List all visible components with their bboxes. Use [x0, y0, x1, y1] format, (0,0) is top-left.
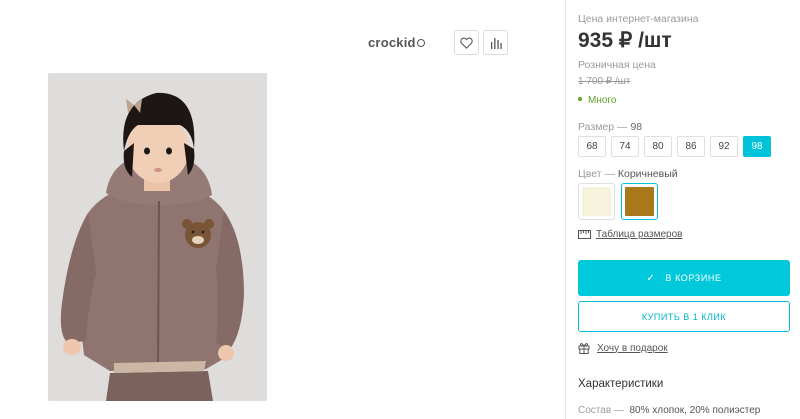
- compare-button[interactable]: [483, 30, 508, 55]
- composition-row: Состав — 80% хлопок, 20% полиэстер: [578, 405, 761, 416]
- size-selector: 68 74 80 86 92 98: [578, 136, 776, 157]
- retail-price: 1 700 ₽ /шт: [578, 76, 631, 87]
- size-label: Размер — 98: [578, 121, 643, 133]
- online-price-label: Цена интернет-магазина: [578, 13, 699, 25]
- product-photo[interactable]: [48, 73, 267, 401]
- selected-color: Коричневый: [617, 168, 678, 180]
- color-swatch-brown[interactable]: [621, 183, 658, 220]
- color-swatch-cream[interactable]: [578, 183, 615, 220]
- size-option-68[interactable]: 68: [578, 136, 606, 157]
- in-cart-button[interactable]: ✓ В КОРЗИНЕ: [578, 260, 790, 296]
- stock-dot-icon: [578, 97, 582, 101]
- pane-divider: [565, 0, 566, 419]
- composition-value: 80% хлопок, 20% полиэстер: [629, 405, 761, 416]
- size-option-98[interactable]: 98: [743, 136, 771, 157]
- size-table-link[interactable]: Таблица размеров: [578, 229, 682, 240]
- retail-price-label: Розничная цена: [578, 59, 656, 71]
- brand-logo[interactable]: crockid: [368, 35, 425, 50]
- size-option-80[interactable]: 80: [644, 136, 672, 157]
- characteristics-heading: Характеристики: [578, 378, 664, 390]
- brand-logo-mark: [416, 39, 425, 47]
- check-icon: ✓: [646, 272, 656, 284]
- product-gallery: crockid: [0, 0, 565, 419]
- selected-size: 98: [630, 121, 643, 133]
- product-info-panel: Цена интернет-магазина 935 ₽ /шт Розничн…: [578, 0, 800, 419]
- size-option-86[interactable]: 86: [677, 136, 705, 157]
- favorite-button[interactable]: [454, 30, 479, 55]
- color-label: Цвет — Коричневый: [578, 168, 678, 180]
- ruler-icon: [578, 230, 591, 239]
- size-option-74[interactable]: 74: [611, 136, 639, 157]
- online-price: 935 ₽ /шт: [578, 29, 672, 52]
- stock-status: Много: [578, 95, 616, 106]
- gift-icon: [578, 343, 590, 354]
- gift-link[interactable]: Хочу в подарок: [578, 342, 668, 354]
- color-swatch-fill: [625, 187, 654, 216]
- color-swatch-fill: [582, 187, 611, 216]
- heart-icon: [460, 37, 473, 49]
- product-photo-illustration: [48, 73, 267, 401]
- color-selector: [578, 183, 664, 220]
- buy-one-click-button[interactable]: КУПИТЬ В 1 КЛИК: [578, 301, 790, 332]
- bar-chart-icon: [490, 37, 502, 49]
- size-option-92[interactable]: 92: [710, 136, 738, 157]
